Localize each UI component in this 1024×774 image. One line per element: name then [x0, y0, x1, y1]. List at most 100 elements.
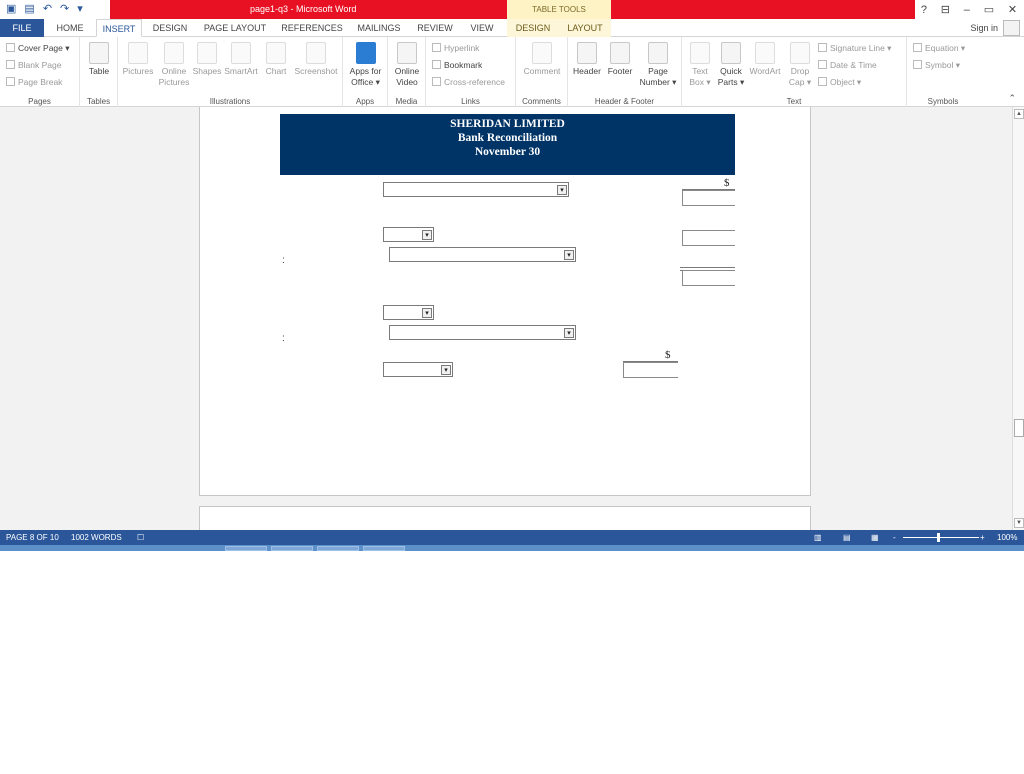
read-mode-icon[interactable]: ▥ — [814, 530, 822, 545]
print-layout-icon[interactable]: ▤ — [843, 530, 851, 545]
page-count[interactable]: PAGE 8 OF 10 — [6, 530, 59, 545]
chart-button[interactable]: Chart — [261, 42, 291, 77]
tab-review[interactable]: REVIEW — [412, 19, 458, 37]
taskbar-item[interactable] — [363, 546, 405, 551]
tab-file[interactable]: FILE — [0, 19, 44, 37]
drop-cap-button[interactable]: Drop Cap ▾ — [784, 42, 816, 88]
zoom-in-button[interactable]: + — [980, 530, 985, 545]
restore-button[interactable]: ▭ — [984, 3, 994, 16]
zoom-level[interactable]: 100% — [997, 530, 1017, 545]
tab-table-layout[interactable]: LAYOUT — [559, 19, 611, 37]
dropdown-add-less-1[interactable]: ▾ — [383, 227, 434, 242]
signature-line-icon — [818, 43, 827, 52]
apps-for-office-icon — [355, 42, 376, 64]
company-name: SHERIDAN LIMITED — [450, 118, 565, 130]
wordart-button[interactable]: WordArt — [746, 42, 784, 77]
quick-parts-icon — [721, 42, 741, 64]
ribbon-display-options-icon[interactable]: ⊟ — [941, 3, 950, 16]
taskbar-item[interactable] — [271, 546, 313, 551]
smartart-button[interactable]: SmartArt — [222, 42, 260, 77]
zoom-out-button[interactable]: - — [893, 530, 896, 545]
sign-in-link[interactable]: Sign in — [970, 19, 998, 37]
equation-icon — [913, 43, 922, 52]
document-page[interactable]: SHERIDAN LIMITED Bank Reconciliation Nov… — [199, 107, 811, 496]
dropdown-account-1[interactable]: ▾ — [383, 182, 569, 197]
apps-for-office-button[interactable]: Apps for Office ▾ — [345, 42, 386, 88]
taskbar-item[interactable] — [225, 546, 267, 551]
bookmark-button[interactable]: Bookmark — [432, 59, 482, 71]
group-illustrations: Pictures Online Pictures Shapes SmartArt… — [118, 37, 343, 107]
scroll-down-icon[interactable]: ▼ — [1014, 518, 1024, 528]
blank-page-button[interactable]: Blank Page — [6, 59, 61, 71]
zoom-slider-thumb[interactable] — [937, 533, 940, 542]
ribbon-insert: Cover Page ▾ Blank Page Page Break Pages… — [0, 37, 1024, 107]
scroll-thumb[interactable] — [1014, 419, 1024, 437]
tab-design[interactable]: DESIGN — [148, 19, 192, 37]
web-layout-icon[interactable]: ▦ — [871, 530, 879, 545]
word-app-icon: ▣ — [6, 3, 17, 15]
pictures-button[interactable]: Pictures — [121, 42, 155, 77]
dropdown-account-2[interactable]: ▾ — [389, 247, 576, 262]
amount-field-2[interactable] — [682, 230, 735, 246]
help-button[interactable]: ? — [921, 4, 927, 16]
footer-button[interactable]: Footer — [604, 42, 636, 77]
tab-home[interactable]: HOME — [50, 19, 90, 37]
symbol-button[interactable]: Symbol ▾ — [913, 59, 960, 71]
group-pages: Cover Page ▾ Blank Page Page Break Pages — [0, 37, 80, 107]
scroll-up-icon[interactable]: ▲ — [1014, 109, 1024, 119]
object-button[interactable]: Object ▾ — [818, 76, 861, 88]
currency-symbol-1: $ — [724, 177, 730, 189]
text-box-button[interactable]: Text Box ▾ — [684, 42, 716, 88]
online-video-button[interactable]: Online Video — [390, 42, 424, 88]
page-break-button[interactable]: Page Break — [6, 76, 62, 88]
equation-button[interactable]: Equation ▾ — [913, 42, 965, 54]
tab-view[interactable]: VIEW — [464, 19, 500, 37]
signature-line-button[interactable]: Signature Line ▾ — [818, 42, 891, 54]
minimize-button[interactable]: – — [964, 4, 970, 16]
taskbar-item[interactable] — [317, 546, 359, 551]
blank-page-icon — [6, 60, 15, 69]
page-number-icon — [648, 42, 668, 64]
tab-table-design[interactable]: DESIGN — [507, 19, 559, 37]
close-button[interactable]: ✕ — [1008, 3, 1017, 16]
cover-page-button[interactable]: Cover Page ▾ — [6, 42, 70, 54]
zoom-slider[interactable] — [903, 537, 979, 538]
chevron-down-icon: ▾ — [422, 230, 432, 240]
tab-insert[interactable]: INSERT — [96, 19, 142, 37]
amount-field-4[interactable] — [623, 362, 678, 378]
customize-qat-icon[interactable]: ▾ — [77, 0, 83, 19]
proofing-icon[interactable]: ☐ — [137, 530, 144, 545]
online-pictures-button[interactable]: Online Pictures — [157, 42, 191, 88]
date-time-button[interactable]: Date & Time — [818, 59, 877, 71]
next-page[interactable] — [199, 506, 811, 530]
collapse-ribbon-icon[interactable]: ⌃ — [1008, 93, 1016, 104]
undo-icon[interactable]: ↶ — [43, 0, 52, 19]
save-icon[interactable]: ▤ — [24, 0, 34, 19]
screenshot-button[interactable]: Screenshot — [292, 42, 340, 77]
dropdown-add-less-2[interactable]: ▾ — [383, 305, 434, 320]
comment-button[interactable]: Comment — [520, 42, 564, 77]
user-avatar[interactable] — [1003, 20, 1020, 36]
amount-field-3[interactable] — [682, 270, 735, 286]
dropdown-account-4[interactable]: ▾ — [383, 362, 453, 377]
page-break-icon — [6, 77, 15, 86]
cross-reference-button[interactable]: Cross-reference — [432, 76, 505, 88]
tab-references[interactable]: REFERENCES — [278, 19, 346, 37]
vertical-scrollbar[interactable]: ▲ ▼ — [1012, 107, 1024, 530]
group-label-illustrations: Illustrations — [209, 97, 251, 106]
table-button[interactable]: Table — [85, 42, 113, 77]
chevron-down-icon: ▾ — [564, 328, 574, 338]
tab-page-layout[interactable]: PAGE LAYOUT — [198, 19, 272, 37]
quick-parts-button[interactable]: Quick Parts ▾ — [716, 42, 746, 88]
word-count[interactable]: 1002 WORDS — [71, 530, 122, 545]
page-number-button[interactable]: Page Number ▾ — [636, 42, 680, 88]
header-button[interactable]: Header — [570, 42, 604, 77]
redo-icon[interactable]: ↷ — [60, 0, 69, 19]
document-area[interactable]: SHERIDAN LIMITED Bank Reconciliation Nov… — [0, 107, 1012, 530]
tab-mailings[interactable]: MAILINGS — [352, 19, 406, 37]
hyperlink-button[interactable]: Hyperlink — [432, 42, 479, 54]
amount-field-1[interactable] — [682, 190, 735, 206]
group-comments: Comment Comments — [516, 37, 568, 107]
dropdown-account-3[interactable]: ▾ — [389, 325, 576, 340]
shapes-button[interactable]: Shapes — [192, 42, 222, 77]
